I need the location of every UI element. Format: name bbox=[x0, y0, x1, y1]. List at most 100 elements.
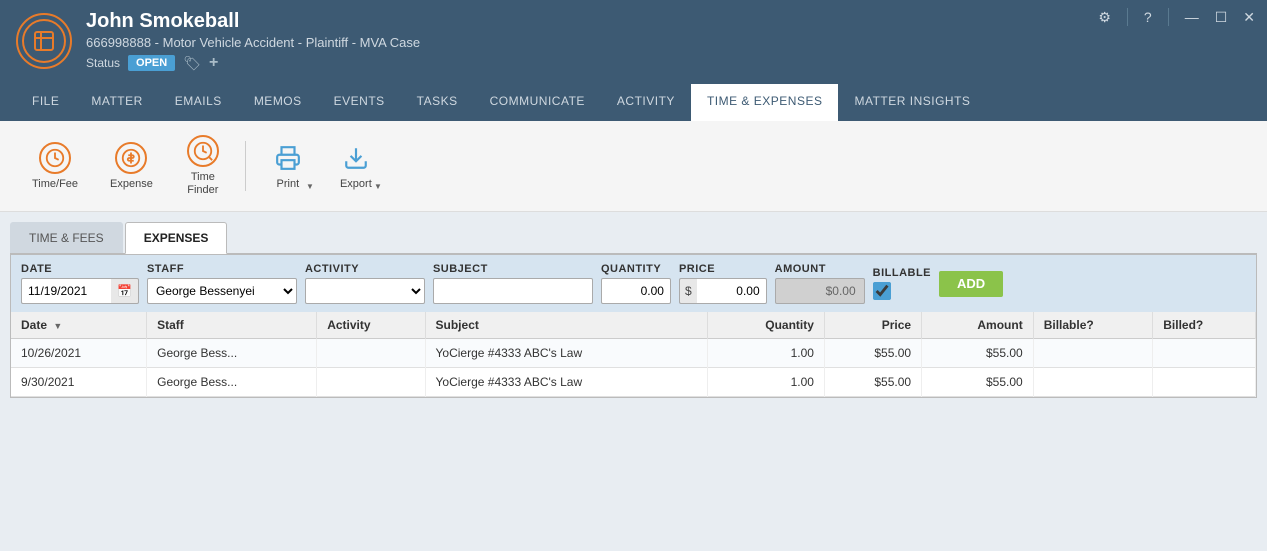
expense-button[interactable]: Expense bbox=[98, 136, 165, 197]
time-finder-button[interactable]: TimeFinder bbox=[173, 129, 233, 203]
activity-select[interactable] bbox=[305, 278, 425, 304]
content: TIME & FEES EXPENSES DATE 📅 STAFF George… bbox=[0, 212, 1267, 551]
amount-display: $0.00 bbox=[775, 278, 865, 304]
calendar-button[interactable]: 📅 bbox=[111, 278, 139, 304]
tab-matter[interactable]: MATTER bbox=[75, 84, 158, 121]
amount-label: AMOUNT bbox=[775, 263, 865, 275]
expense-label: Expense bbox=[110, 178, 153, 191]
settings-icon[interactable]: ⚙ bbox=[1098, 9, 1111, 26]
print-label: Print bbox=[277, 178, 300, 191]
cell-subject-2: YoCierge #4333 ABC's Law bbox=[425, 368, 707, 397]
cell-staff-1: George Bess... bbox=[147, 339, 317, 368]
tab-events[interactable]: EVENTS bbox=[318, 84, 401, 121]
col-header-staff: Staff bbox=[147, 312, 317, 339]
header: ⚙ ? — ☐ ✕ John Smokeball 666998888 - Mot… bbox=[0, 0, 1267, 121]
date-label: DATE bbox=[21, 263, 139, 275]
tag-icon[interactable]: 🏷 bbox=[183, 55, 201, 72]
quantity-label: QUANTITY bbox=[601, 263, 671, 275]
cell-date-2: 9/30/2021 bbox=[11, 368, 147, 397]
quantity-input[interactable] bbox=[601, 278, 671, 304]
add-tag-icon[interactable]: + bbox=[209, 54, 218, 72]
tab-time-expenses[interactable]: TIME & EXPENSES bbox=[691, 84, 839, 121]
clock-icon bbox=[39, 142, 71, 174]
tab-memos[interactable]: MEMOS bbox=[238, 84, 318, 121]
tab-tasks[interactable]: TASKS bbox=[401, 84, 474, 121]
cell-price-1: $55.00 bbox=[824, 339, 921, 368]
activity-group: ACTIVITY bbox=[305, 263, 425, 304]
activity-label: ACTIVITY bbox=[305, 263, 425, 275]
export-label: Export bbox=[340, 178, 372, 191]
staff-label: STAFF bbox=[147, 263, 297, 275]
col-header-billable: Billable? bbox=[1033, 312, 1153, 339]
table-row[interactable]: 9/30/2021 George Bess... YoCierge #4333 … bbox=[11, 368, 1256, 397]
maximize-icon[interactable]: ☐ bbox=[1215, 9, 1228, 26]
staff-group: STAFF George Bessenyei bbox=[147, 263, 297, 304]
billable-label: BILLABLE bbox=[873, 267, 931, 279]
matter-subtitle: 666998888 - Motor Vehicle Accident - Pla… bbox=[86, 35, 420, 50]
date-input[interactable] bbox=[21, 278, 111, 304]
date-sort-icon[interactable]: ▼ bbox=[53, 321, 62, 331]
print-icon bbox=[272, 142, 304, 174]
export-arrow-icon: ▼ bbox=[374, 182, 382, 191]
help-icon[interactable]: ? bbox=[1144, 9, 1152, 25]
table-row[interactable]: 10/26/2021 George Bess... YoCierge #4333… bbox=[11, 339, 1256, 368]
subject-label: SUBJECT bbox=[433, 263, 593, 275]
content-wrapper: TIME & FEES EXPENSES DATE 📅 STAFF George… bbox=[0, 212, 1267, 551]
cell-activity-1 bbox=[317, 339, 425, 368]
print-button[interactable]: Print ▼ bbox=[258, 136, 318, 197]
window-controls: ⚙ ? — ☐ ✕ bbox=[1098, 8, 1255, 26]
divider2 bbox=[1168, 8, 1169, 26]
tab-file[interactable]: FILE bbox=[16, 84, 75, 121]
subject-input[interactable] bbox=[433, 278, 593, 304]
toolbar-divider bbox=[245, 141, 246, 191]
cell-billed-1 bbox=[1153, 339, 1256, 368]
time-finder-icon bbox=[187, 135, 219, 167]
add-button[interactable]: ADD bbox=[939, 271, 1003, 297]
subtab-expenses[interactable]: EXPENSES bbox=[125, 222, 228, 254]
cell-billed-2 bbox=[1153, 368, 1256, 397]
print-arrow-icon: ▼ bbox=[306, 182, 314, 191]
col-header-price: Price bbox=[824, 312, 921, 339]
col-header-billed: Billed? bbox=[1153, 312, 1256, 339]
toolbar: Time/Fee Expense TimeFinder bbox=[0, 121, 1267, 212]
cell-subject-1: YoCierge #4333 ABC's Law bbox=[425, 339, 707, 368]
staff-select[interactable]: George Bessenyei bbox=[147, 278, 297, 304]
minimize-icon[interactable]: — bbox=[1185, 9, 1199, 25]
time-fee-button[interactable]: Time/Fee bbox=[20, 136, 90, 197]
tab-communicate[interactable]: COMMUNICATE bbox=[474, 84, 601, 121]
tab-activity[interactable]: ACTIVITY bbox=[601, 84, 691, 121]
header-top: John Smokeball 666998888 - Motor Vehicle… bbox=[16, 10, 1251, 80]
col-header-activity: Activity bbox=[317, 312, 425, 339]
table-container: DATE 📅 STAFF George Bessenyei ACTIVITY bbox=[10, 254, 1257, 398]
price-input[interactable] bbox=[697, 278, 767, 304]
price-prefix: $ bbox=[679, 278, 697, 304]
col-header-subject: Subject bbox=[425, 312, 707, 339]
date-group: DATE 📅 bbox=[21, 263, 139, 304]
cell-quantity-1: 1.00 bbox=[707, 339, 824, 368]
cell-amount-1: $55.00 bbox=[922, 339, 1034, 368]
quantity-group: QUANTITY bbox=[601, 263, 671, 304]
billable-checkbox[interactable] bbox=[873, 282, 891, 300]
billable-group: BILLABLE bbox=[873, 267, 931, 300]
cell-amount-2: $55.00 bbox=[922, 368, 1034, 397]
logo-circle bbox=[16, 13, 72, 69]
status-label: Status bbox=[86, 56, 120, 70]
input-row: DATE 📅 STAFF George Bessenyei ACTIVITY bbox=[11, 255, 1256, 312]
time-fee-label: Time/Fee bbox=[32, 178, 78, 191]
table-body: 10/26/2021 George Bess... YoCierge #4333… bbox=[11, 339, 1256, 397]
status-badge: OPEN bbox=[128, 55, 175, 71]
expenses-table: Date ▼ Staff Activity Subject Quantity P… bbox=[11, 312, 1256, 397]
subtab-time-fees[interactable]: TIME & FEES bbox=[10, 222, 123, 253]
price-group: PRICE $ bbox=[679, 263, 767, 304]
col-header-amount: Amount bbox=[922, 312, 1034, 339]
time-finder-label: TimeFinder bbox=[187, 171, 218, 197]
close-icon[interactable]: ✕ bbox=[1243, 9, 1255, 26]
dollar-icon bbox=[115, 142, 147, 174]
tab-matter-insights[interactable]: MATTER INSIGHTS bbox=[838, 84, 986, 121]
cell-date-1: 10/26/2021 bbox=[11, 339, 147, 368]
cell-price-2: $55.00 bbox=[824, 368, 921, 397]
col-header-quantity: Quantity bbox=[707, 312, 824, 339]
export-button[interactable]: Export ▼ bbox=[326, 136, 386, 197]
tab-emails[interactable]: EMAILS bbox=[159, 84, 238, 121]
cell-activity-2 bbox=[317, 368, 425, 397]
